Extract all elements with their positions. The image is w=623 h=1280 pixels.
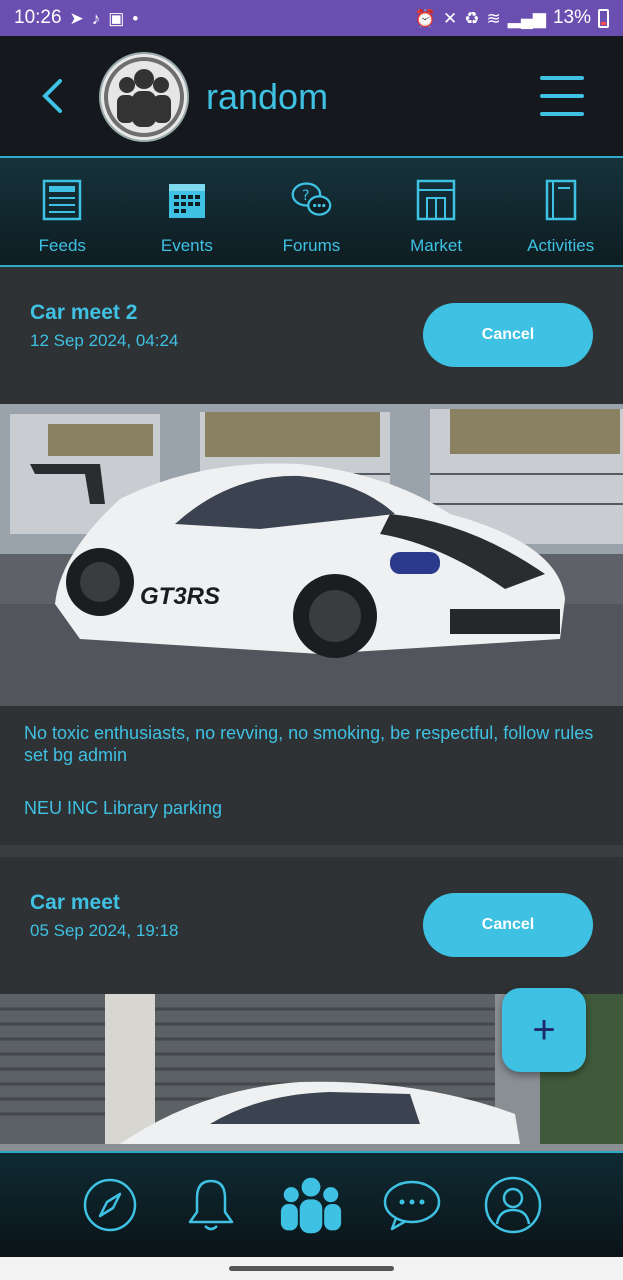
tab-label: Events — [160, 236, 213, 255]
hamburger-icon — [540, 76, 584, 80]
events-icon — [168, 184, 205, 218]
forums-icon: ? — [292, 182, 332, 216]
chevron-left-icon — [42, 79, 62, 113]
feeds-icon — [43, 179, 82, 221]
nav-profile[interactable] — [481, 1173, 545, 1237]
battery-icon — [598, 8, 609, 28]
menu-button[interactable] — [540, 76, 584, 116]
group-avatar[interactable] — [99, 52, 189, 142]
group-title: random — [206, 76, 329, 117]
status-time: 10:26 — [14, 7, 62, 28]
gallery-icon: ▣ — [108, 8, 125, 28]
tab-forums[interactable]: ? Forums — [249, 158, 374, 265]
tab-label: Forums — [282, 236, 341, 255]
event-location: NEU INC Library parking — [24, 798, 223, 818]
tab-label: Feeds — [38, 236, 86, 255]
cancel-button[interactable]: Cancel — [423, 893, 593, 957]
mute-icon: ✕ — [443, 8, 458, 28]
profile-icon — [484, 1176, 541, 1234]
groups-icon — [281, 1177, 342, 1234]
tiktok-icon: ♪ — [91, 8, 101, 28]
event-date: 12 Sep 2024, 04:24 — [30, 331, 179, 350]
tab-activities[interactable]: Activities — [498, 158, 623, 265]
chat-icon — [383, 1180, 441, 1231]
system-gesture-bar — [0, 1257, 623, 1280]
app-header: random — [0, 36, 623, 156]
alarm-icon: ⏰ — [414, 8, 437, 28]
battery-saver-icon: ♻ — [464, 8, 480, 28]
category-tabs: Feeds Events ? Forums Market Activities — [0, 156, 623, 267]
tab-feeds[interactable]: Feeds — [0, 158, 125, 265]
status-bar: 10:26 ➤ ♪ ▣ • ⏰ ✕ ♻ ≋ ▂▄▆ 13% — [0, 0, 623, 36]
add-event-button[interactable]: + — [502, 988, 586, 1072]
dot-icon: • — [132, 8, 139, 28]
bottom-nav — [0, 1151, 623, 1257]
event-title: Car meet 2 — [30, 301, 138, 324]
event-photo[interactable]: GT3RS — [0, 404, 623, 706]
event-title: Car meet — [30, 891, 120, 914]
tab-market[interactable]: Market — [374, 158, 499, 265]
telegram-icon: ➤ — [69, 8, 84, 28]
svg-text:GT3RS: GT3RS — [140, 583, 220, 610]
event-card[interactable]: Car meet 2 12 Sep 2024, 04:24 Cancel GT3… — [0, 267, 623, 857]
tab-label: Market — [410, 236, 463, 255]
bell-icon — [188, 1179, 234, 1231]
signal-icon: ▂▄▆ — [507, 8, 546, 28]
activities-icon — [545, 179, 576, 221]
wifi-icon: ≋ — [486, 8, 501, 28]
nav-messages[interactable] — [380, 1173, 444, 1237]
group-avatar-icon — [104, 57, 184, 137]
back-button[interactable] — [32, 72, 72, 120]
plus-icon: + — [532, 1007, 556, 1052]
nav-explore[interactable] — [78, 1173, 142, 1237]
compass-icon — [84, 1178, 137, 1232]
event-description: No toxic enthusiasts, no revving, no smo… — [24, 723, 594, 765]
home-indicator[interactable] — [229, 1266, 394, 1271]
event-date: 05 Sep 2024, 19:18 — [30, 921, 179, 940]
nav-groups[interactable] — [279, 1173, 343, 1237]
nav-notifications[interactable] — [179, 1173, 243, 1237]
tab-events[interactable]: Events — [125, 158, 250, 265]
market-icon — [416, 179, 456, 221]
battery-percent: 13% — [552, 7, 591, 28]
cancel-button[interactable]: Cancel — [423, 303, 593, 367]
tab-label: Activities — [527, 236, 595, 255]
